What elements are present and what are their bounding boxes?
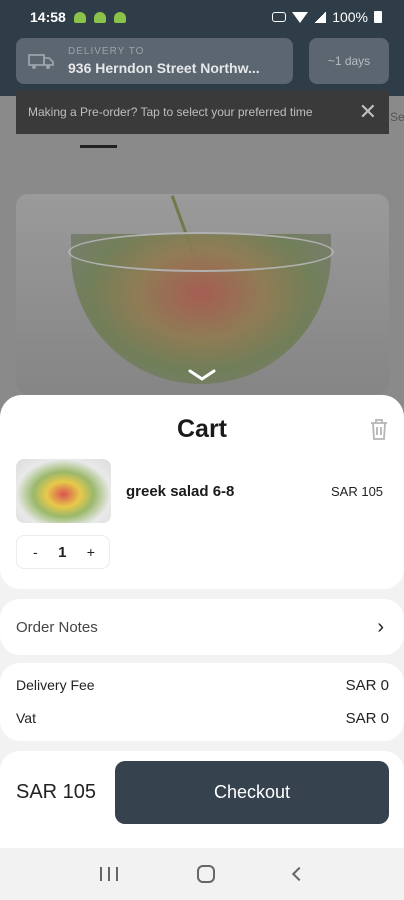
android-notification-icon bbox=[93, 11, 106, 23]
delivery-fee-value: SAR 0 bbox=[345, 677, 389, 694]
cart-title: Cart bbox=[176, 415, 227, 443]
checkout-footer: SAR 105 Checkout bbox=[0, 751, 404, 848]
tab-partial[interactable]: Se bbox=[390, 110, 404, 124]
delivery-address-selector[interactable]: DELIVERY TO 936 Herndon Street Northw... bbox=[16, 38, 293, 84]
status-time: 14:58 bbox=[30, 9, 66, 25]
signal-icon bbox=[314, 11, 327, 23]
preorder-tip-text: Making a Pre-order? Tap to select your p… bbox=[28, 105, 313, 119]
trash-icon[interactable] bbox=[368, 417, 390, 441]
increase-button[interactable]: + bbox=[87, 544, 95, 560]
product-hero-image bbox=[16, 194, 389, 394]
preorder-tooltip[interactable]: Making a Pre-order? Tap to select your p… bbox=[16, 90, 389, 134]
vat-label: Vat bbox=[16, 710, 36, 726]
decrease-button[interactable]: - bbox=[33, 544, 38, 560]
chevron-down-icon[interactable] bbox=[188, 368, 216, 382]
android-notification-icon bbox=[73, 11, 86, 23]
link-icon bbox=[272, 12, 287, 22]
checkout-button[interactable]: Checkout bbox=[115, 761, 389, 824]
cart-card: Cart greek salad 6-8 SAR 105 - 1 + bbox=[0, 395, 404, 589]
delivery-truck-icon bbox=[28, 52, 54, 70]
delivery-address: 936 Herndon Street Northw... bbox=[68, 60, 260, 76]
cart-sheet: Cart greek salad 6-8 SAR 105 - 1 + Order… bbox=[0, 395, 404, 848]
delivery-fee-row: Delivery Fee SAR 0 bbox=[16, 677, 389, 694]
home-icon[interactable] bbox=[196, 865, 215, 883]
delivery-time-selector[interactable]: ~1 days bbox=[309, 38, 389, 84]
item-name: greek salad 6-8 bbox=[126, 483, 235, 500]
quantity-stepper: - 1 + bbox=[16, 535, 110, 569]
app-header: DELIVERY TO 936 Herndon Street Northw...… bbox=[0, 34, 404, 96]
tab-indicator bbox=[80, 145, 117, 148]
system-nav-bar bbox=[0, 848, 404, 900]
total-amount: SAR 105 bbox=[16, 781, 97, 803]
vat-row: Vat SAR 0 bbox=[16, 710, 389, 727]
battery-percent: 100% bbox=[332, 9, 368, 25]
status-bar: 14:58 100% bbox=[0, 0, 404, 34]
fees-card: Delivery Fee SAR 0 Vat SAR 0 bbox=[0, 663, 404, 741]
item-thumbnail bbox=[16, 459, 111, 523]
recent-apps-icon[interactable] bbox=[99, 867, 118, 881]
item-price: SAR 105 bbox=[331, 484, 384, 499]
delivery-label: DELIVERY TO bbox=[68, 46, 145, 57]
chevron-right-icon: › bbox=[377, 615, 384, 638]
close-icon[interactable]: ✕ bbox=[359, 101, 377, 123]
vat-value: SAR 0 bbox=[345, 710, 389, 727]
wifi-icon bbox=[292, 11, 309, 23]
back-icon[interactable] bbox=[292, 866, 307, 882]
quantity-value: 1 bbox=[58, 543, 67, 561]
order-notes-row[interactable]: Order Notes › bbox=[0, 599, 404, 655]
order-notes-label: Order Notes bbox=[16, 618, 98, 636]
delivery-fee-label: Delivery Fee bbox=[16, 677, 95, 693]
android-notification-icon bbox=[113, 11, 126, 23]
battery-icon bbox=[374, 11, 382, 23]
